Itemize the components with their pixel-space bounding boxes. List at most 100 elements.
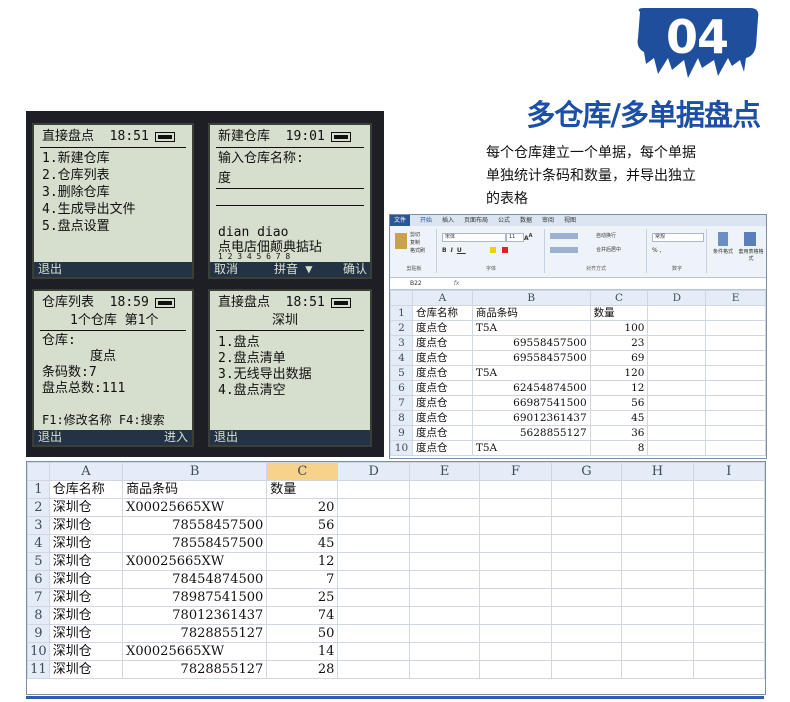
- cell[interactable]: X00025665XW: [122, 498, 268, 517]
- cell[interactable]: 仓库名称: [411, 305, 473, 321]
- cell[interactable]: [479, 606, 552, 625]
- cell[interactable]: 商品条码: [122, 480, 268, 499]
- merge-center-button[interactable]: 合并后居中: [596, 246, 621, 253]
- cell[interactable]: 深圳仓: [48, 516, 124, 535]
- column-header[interactable]: B: [471, 290, 591, 306]
- cell[interactable]: [479, 534, 552, 553]
- cell[interactable]: 12: [266, 552, 339, 571]
- cell[interactable]: [337, 660, 410, 679]
- warehouse-name-input[interactable]: 度: [218, 171, 231, 187]
- cell[interactable]: [550, 480, 623, 499]
- cell[interactable]: 56: [266, 516, 339, 535]
- column-header[interactable]: I: [692, 462, 765, 481]
- copy-button[interactable]: 复制: [410, 239, 425, 247]
- cell[interactable]: [621, 660, 694, 679]
- cell[interactable]: [550, 516, 623, 535]
- cell[interactable]: 62454874500: [471, 380, 591, 396]
- row-header[interactable]: 4: [390, 350, 413, 366]
- cell[interactable]: [479, 642, 552, 661]
- cell[interactable]: 5628855127: [471, 425, 591, 441]
- cell[interactable]: [692, 480, 765, 499]
- cell[interactable]: 69012361437: [471, 410, 591, 426]
- cell[interactable]: [621, 552, 694, 571]
- cell[interactable]: [647, 395, 707, 411]
- cell[interactable]: [647, 305, 707, 321]
- tab-view[interactable]: 视图: [564, 215, 576, 226]
- cell[interactable]: [647, 410, 707, 426]
- menu-item[interactable]: 2.盘点清单: [218, 351, 286, 367]
- menu-item[interactable]: 4.盘点清空: [218, 383, 286, 399]
- cell[interactable]: [621, 588, 694, 607]
- font-color-icon[interactable]: [502, 247, 508, 253]
- cell[interactable]: [647, 335, 707, 351]
- row-header[interactable]: 1: [27, 480, 50, 499]
- cell[interactable]: [337, 570, 410, 589]
- column-header[interactable]: [27, 462, 50, 481]
- row-header[interactable]: 2: [27, 498, 50, 517]
- cell[interactable]: [647, 440, 707, 456]
- cell[interactable]: [550, 606, 623, 625]
- cell[interactable]: [408, 642, 481, 661]
- cell[interactable]: 度点仓: [411, 380, 473, 396]
- cell[interactable]: [408, 588, 481, 607]
- cell[interactable]: 45: [589, 410, 649, 426]
- cell[interactable]: [705, 395, 766, 411]
- cell[interactable]: [550, 588, 623, 607]
- cell[interactable]: 14: [266, 642, 339, 661]
- cell[interactable]: [550, 534, 623, 553]
- cell[interactable]: 度点仓: [411, 425, 473, 441]
- table-format-icon[interactable]: [744, 232, 756, 246]
- row-header[interactable]: 5: [390, 365, 413, 381]
- cell[interactable]: 78987541500: [122, 588, 268, 607]
- number-format-select[interactable]: 常规: [652, 233, 704, 242]
- cell[interactable]: [621, 534, 694, 553]
- tab-review[interactable]: 审阅: [542, 215, 554, 226]
- cell[interactable]: [705, 440, 766, 456]
- align-left-icon[interactable]: [550, 247, 578, 253]
- conditional-format-icon[interactable]: [718, 232, 728, 246]
- cell[interactable]: [621, 570, 694, 589]
- cell[interactable]: 8: [589, 440, 649, 456]
- cell[interactable]: [479, 660, 552, 679]
- cell[interactable]: 深圳仓: [48, 552, 124, 571]
- cell[interactable]: [408, 516, 481, 535]
- column-header[interactable]: B: [122, 462, 268, 481]
- row-header[interactable]: 7: [27, 588, 50, 607]
- spreadsheet-grid[interactable]: A B C D E 1 仓库名称 商品条码 数量 2 度点仓 T5A 100 3 度点仓 6955845750…: [390, 290, 766, 456]
- cell[interactable]: [550, 552, 623, 571]
- table-format-button[interactable]: 套用表格格式: [738, 248, 764, 262]
- row-header[interactable]: 9: [27, 624, 50, 643]
- cell[interactable]: 度点仓: [411, 395, 473, 411]
- cell[interactable]: [705, 365, 766, 381]
- row-header[interactable]: 3: [390, 335, 413, 351]
- cell[interactable]: [337, 534, 410, 553]
- row-header[interactable]: 9: [390, 425, 413, 441]
- cell[interactable]: 78012361437: [122, 606, 268, 625]
- column-header[interactable]: A: [48, 462, 124, 481]
- row-header[interactable]: 11: [27, 660, 50, 679]
- cell[interactable]: [621, 606, 694, 625]
- softkey-input-mode[interactable]: 拼音 ▼: [274, 262, 312, 277]
- cell[interactable]: [705, 305, 766, 321]
- column-header[interactable]: G: [550, 462, 623, 481]
- format-painter-button[interactable]: 格式刷: [410, 247, 425, 255]
- cell[interactable]: T5A: [471, 365, 591, 381]
- cell[interactable]: [692, 570, 765, 589]
- cell[interactable]: 仓库名称: [48, 480, 124, 499]
- cell[interactable]: [479, 624, 552, 643]
- cell[interactable]: T5A: [471, 440, 591, 456]
- menu-item[interactable]: 5.盘点设置: [42, 219, 110, 235]
- column-header[interactable]: F: [479, 462, 552, 481]
- align-top-icon[interactable]: [550, 233, 578, 239]
- cell[interactable]: [550, 660, 623, 679]
- cell[interactable]: [705, 410, 766, 426]
- row-header[interactable]: 5: [27, 552, 50, 571]
- cell[interactable]: 7: [266, 570, 339, 589]
- cell[interactable]: 36: [589, 425, 649, 441]
- cell[interactable]: [621, 480, 694, 499]
- cell[interactable]: 69558457500: [471, 335, 591, 351]
- cell[interactable]: 数量: [589, 305, 649, 321]
- cell[interactable]: [647, 380, 707, 396]
- cell[interactable]: 深圳仓: [48, 660, 124, 679]
- cell[interactable]: [408, 480, 481, 499]
